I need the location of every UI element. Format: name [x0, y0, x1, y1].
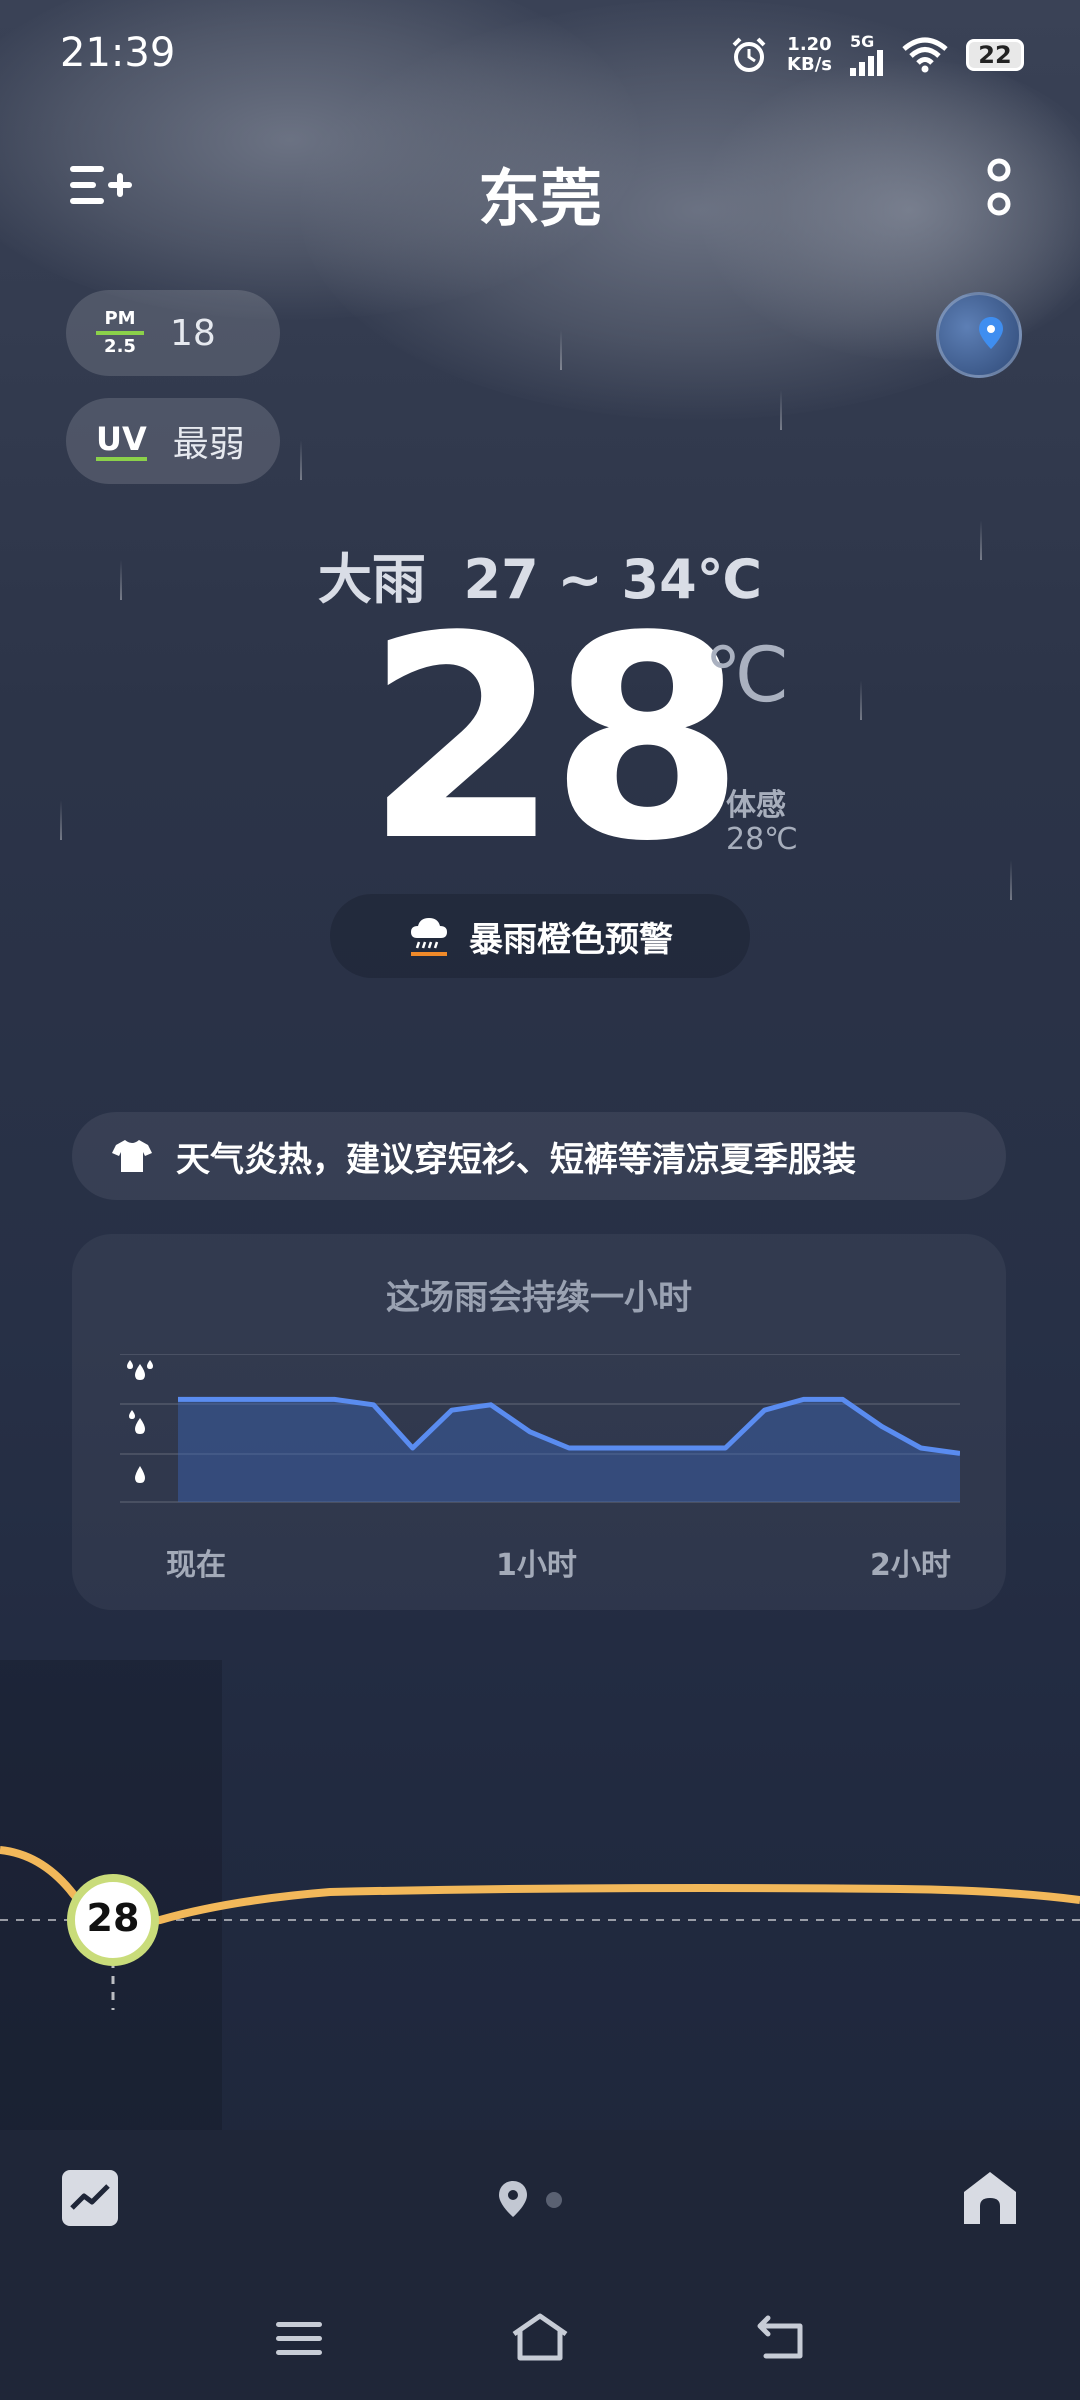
back-nav-icon[interactable] — [756, 2314, 806, 2360]
feels-like-label: 体感 — [726, 788, 786, 823]
signal-icon — [850, 50, 883, 76]
moderate-rain-level-icon — [129, 1410, 145, 1434]
rain-forecast-card: 这场雨会持续一小时 现在 1小时 2小时 — [72, 1234, 1006, 1610]
feels-like-value: 28℃ — [726, 822, 798, 857]
trend-chart-icon[interactable] — [62, 2170, 118, 2226]
rain-chart-svg — [120, 1353, 961, 1503]
temperature-unit: ℃ — [704, 630, 790, 719]
rain-x-label-1h: 1小时 — [496, 1548, 577, 1583]
raindrop-decoration — [560, 330, 562, 370]
raindrop-decoration — [60, 800, 62, 840]
tshirt-icon — [112, 1140, 152, 1172]
recent-apps-icon[interactable] — [274, 2318, 324, 2358]
uv-icon: UV — [96, 421, 147, 461]
rain-x-label-now: 现在 — [166, 1548, 226, 1583]
tip-text: 天气炎热，建议穿短衫、短裤等清凉夏季服装 — [176, 1139, 856, 1180]
pm25-icon: PM 2.5 — [96, 309, 144, 357]
heavy-rain-level-icon — [127, 1360, 153, 1380]
alert-text: 暴雨橙色预警 — [469, 919, 673, 960]
cellular-signal: 5G — [850, 34, 884, 76]
light-rain-level-icon — [135, 1466, 145, 1483]
home-icon[interactable] — [960, 2168, 1020, 2228]
page-indicator-dot — [546, 2192, 562, 2208]
rain-area-fill — [178, 1399, 960, 1502]
city-title: 东莞 — [477, 162, 602, 235]
page-location-icon — [499, 2181, 527, 2217]
alarm-icon — [732, 37, 766, 72]
wifi-icon — [902, 37, 948, 73]
raindrop-decoration — [780, 390, 782, 430]
more-options-icon[interactable] — [984, 158, 1014, 218]
pm-label-bottom: 2.5 — [104, 336, 136, 357]
rain-chart — [120, 1353, 961, 1514]
system-nav-bar — [0, 2270, 1080, 2400]
rain-card-title: 这场雨会持续一小时 — [386, 1278, 692, 1318]
uv-value: 最弱 — [172, 424, 245, 465]
bottom-nav — [0, 2130, 1080, 2270]
raindrop-decoration — [300, 440, 302, 480]
temp-curve-line — [0, 1846, 1080, 1926]
clothing-tip[interactable]: 天气炎热，建议穿短衫、短裤等清凉夏季服装 — [72, 1112, 1006, 1200]
current-temp-node-label: 28 — [86, 1896, 140, 1940]
home-nav-icon[interactable] — [510, 2312, 570, 2362]
status-icons: 1.20 KB/s 5G 22 — [729, 30, 1024, 80]
pm-level-bar — [96, 331, 144, 335]
map-button[interactable] — [936, 292, 1022, 378]
header: 东莞 — [0, 140, 1080, 235]
uv-pill[interactable]: UV 最弱 — [66, 398, 280, 484]
speed-unit: KB/s — [787, 54, 832, 75]
rain-x-label-2h: 2小时 — [870, 1548, 951, 1583]
battery-indicator: 22 — [966, 39, 1024, 71]
raindrop-decoration — [860, 680, 862, 720]
location-pin-icon — [979, 317, 1003, 349]
pm25-value: 18 — [170, 312, 216, 354]
hourly-forecast[interactable]: 28 — [0, 1640, 1080, 2130]
status-time: 21:39 — [60, 30, 176, 76]
speed-value: 1.20 — [787, 34, 832, 55]
pm25-pill[interactable]: PM 2.5 18 — [66, 290, 280, 376]
weather-app: 21:39 1.20 KB/s 5G 22 东莞 PM 2.5 18 UV 最弱… — [0, 0, 1080, 2400]
status-bar: 21:39 1.20 KB/s 5G 22 — [0, 0, 1080, 110]
network-type: 5G — [850, 32, 875, 51]
pm-label-top: PM — [104, 308, 136, 329]
network-speed: 1.20 KB/s — [787, 35, 832, 75]
rainstorm-alert-icon — [411, 918, 447, 956]
hourly-temp-curve — [0, 1846, 1080, 2010]
raindrop-decoration — [1010, 860, 1012, 900]
weather-alert[interactable]: 暴雨橙色预警 — [330, 894, 750, 978]
current-temperature: 28 — [365, 577, 745, 903]
